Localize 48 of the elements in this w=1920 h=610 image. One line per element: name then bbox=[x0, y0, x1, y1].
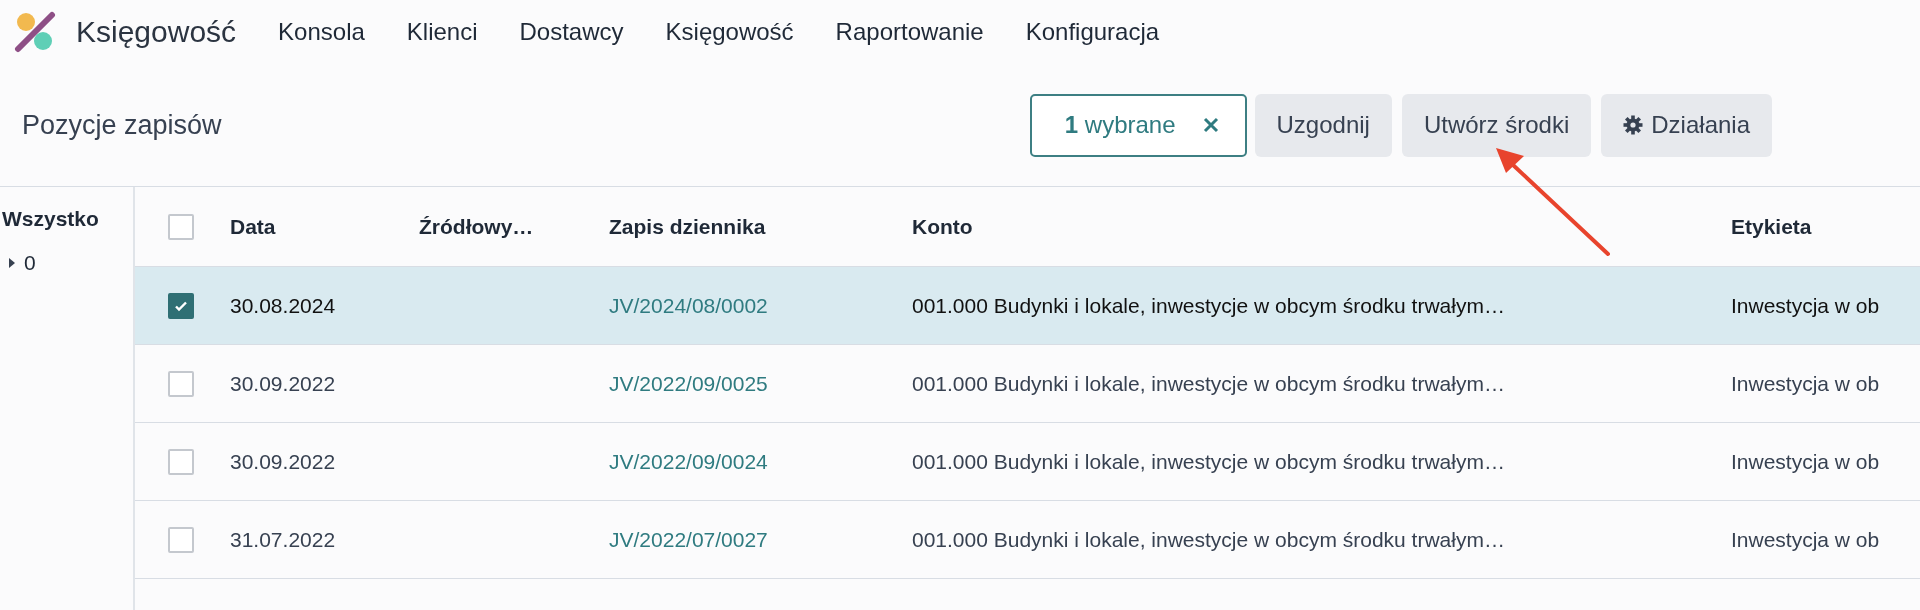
sidebar-item[interactable]: 0 bbox=[24, 251, 36, 275]
table-cell: Inwestycja w ob bbox=[1731, 449, 1880, 473]
column-header[interactable]: Konto bbox=[912, 214, 973, 238]
table-cell: 001.000 Budynki i lokale, inwestycje w obcym środku trwałym… bbox=[912, 293, 1505, 317]
checkbox[interactable] bbox=[168, 292, 194, 319]
table-row[interactable]: 30.09.2022 JV/2022/09/0025 001.000 Budynki i lokale, inwestycje w obcym środku trwałym… Inwestycja w ob bbox=[135, 345, 1920, 423]
entry-link[interactable]: JV/2022/09/0025 bbox=[609, 371, 768, 395]
action-button[interactable]: Utwórz środki bbox=[1401, 93, 1592, 157]
menu-item[interactable]: Dostawcy bbox=[519, 18, 624, 46]
entry-link[interactable]: JV/2024/08/0002 bbox=[609, 293, 768, 317]
table-row[interactable]: 30.08.2024 JV/2024/08/0002 001.000 Budynki i lokale, inwestycje w obcym środku trwałym… Inwestycja w ob bbox=[135, 267, 1920, 345]
close-icon bbox=[1201, 116, 1220, 134]
logo-icon[interactable] bbox=[14, 11, 56, 53]
column-header[interactable]: Data bbox=[230, 214, 276, 238]
selection-button[interactable]: 1 wybrane bbox=[1029, 93, 1247, 157]
table-cell: 31.07.2022 bbox=[230, 527, 336, 551]
sidebar-title: Wszystko bbox=[1, 206, 100, 232]
table-cell: 30.09.2022 bbox=[230, 371, 336, 395]
table-cell: Inwestycja w ob bbox=[1731, 527, 1880, 551]
menu-item[interactable]: Konfiguracja bbox=[1025, 18, 1160, 46]
table-cell: Inwestycja w ob bbox=[1731, 371, 1880, 395]
app-name[interactable]: Księgowość bbox=[76, 15, 237, 49]
caret-right-icon[interactable] bbox=[8, 257, 16, 269]
column-header[interactable]: Zapis dziennika bbox=[609, 214, 766, 238]
table-row[interactable]: 31.07.2022 JV/2022/07/0027 001.000 Budynki i lokale, inwestycje w obcym środku trwałym… Inwestycja w ob bbox=[135, 501, 1920, 579]
table-cell: 30.09.2022 bbox=[230, 449, 336, 473]
menu-item[interactable]: Raportowanie bbox=[835, 18, 984, 46]
table-cell: 001.000 Budynki i lokale, inwestycje w obcym środku trwałym… bbox=[912, 449, 1505, 473]
column-header[interactable]: Źródłowy… bbox=[419, 214, 534, 238]
table-cell: 30.08.2024 bbox=[230, 293, 336, 317]
table-cell: 001.000 Budynki i lokale, inwestycje w obcym środku trwałym… bbox=[912, 527, 1505, 551]
table-cell: 001.000 Budynki i lokale, inwestycje w obcym środku trwałym… bbox=[912, 371, 1505, 395]
action-button[interactable]: Działania bbox=[1601, 93, 1772, 157]
checkbox[interactable] bbox=[168, 213, 194, 240]
checkbox[interactable] bbox=[168, 448, 194, 475]
checkbox[interactable] bbox=[168, 370, 194, 397]
entry-link[interactable]: JV/2022/09/0024 bbox=[609, 449, 768, 473]
page-title: Pozycje zapisów bbox=[22, 109, 223, 141]
settings-icon bbox=[1623, 115, 1644, 135]
checkbox[interactable] bbox=[168, 526, 194, 553]
entry-link[interactable]: JV/2022/07/0027 bbox=[609, 527, 768, 551]
column-header[interactable]: Etykieta bbox=[1731, 214, 1812, 238]
table-row[interactable]: 30.09.2022 JV/2022/09/0024 001.000 Budynki i lokale, inwestycje w obcym środku trwałym… Inwestycja w ob bbox=[135, 423, 1920, 501]
menu-item[interactable]: Klienci bbox=[406, 18, 478, 46]
table-cell: Inwestycja w ob bbox=[1731, 293, 1880, 317]
action-button[interactable]: Uzgodnij bbox=[1254, 93, 1392, 157]
menu-item[interactable]: Konsola bbox=[278, 18, 365, 46]
menu-item[interactable]: Księgowość bbox=[665, 18, 794, 46]
